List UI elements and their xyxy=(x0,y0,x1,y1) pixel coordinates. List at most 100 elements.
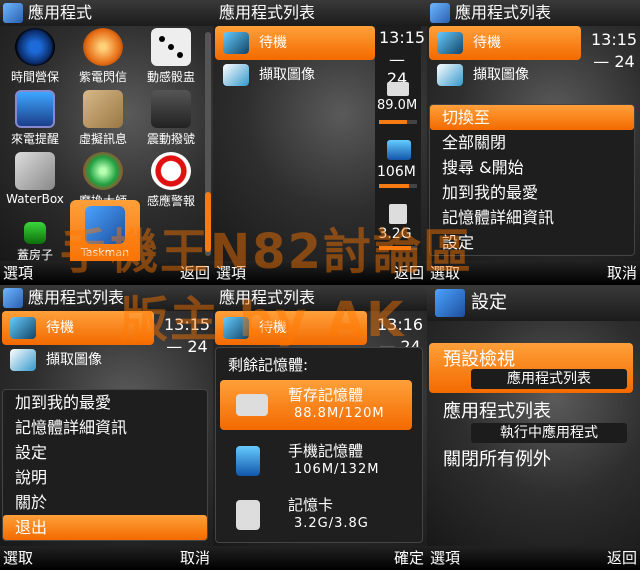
scrollbar[interactable] xyxy=(205,32,211,256)
no-sign-icon xyxy=(151,152,191,190)
softkey-right[interactable]: 取消 xyxy=(607,261,637,285)
panel-options-menu: 應用程式列表 待機 擷取圖像 13:15 — 24 切換至 全部關閉 搜尋 &開… xyxy=(427,0,640,285)
app-icon xyxy=(3,3,23,23)
task-item[interactable]: 擷取圖像 xyxy=(2,343,154,377)
app-item[interactable]: 震動撥號 xyxy=(138,90,204,152)
memory-card-icon xyxy=(389,204,407,224)
softkey-left[interactable]: 選取 xyxy=(430,261,460,285)
task-label: 擷取圖像 xyxy=(46,352,102,368)
title-bar: 設定 xyxy=(427,285,640,321)
phone-icon xyxy=(387,140,411,160)
panel-memory-dialog: 應用程式列表 待機 13:16 — 24 剩餘記憶體: 暫存記憶體 88.8M/… xyxy=(213,285,427,570)
panel-applications: 應用程式 時間營保 紫電閃信 動感骰盅 來電提醒 虛擬訊息 震動撥號 Water… xyxy=(0,0,213,285)
softkey-left[interactable]: 選項 xyxy=(3,261,33,285)
standby-icon xyxy=(437,32,463,54)
app-item[interactable]: 來電提醒 xyxy=(2,90,68,152)
task-item[interactable]: 擷取圖像 xyxy=(429,58,581,92)
softkey-left[interactable]: 選項 xyxy=(216,261,246,285)
softkey-bar: 選項 返回 xyxy=(213,261,427,285)
app-label: 震動撥號 xyxy=(146,132,195,146)
app-label: 動感骰盅 xyxy=(146,70,195,84)
app-icon xyxy=(3,288,23,308)
app-item[interactable]: 動感骰盅 xyxy=(138,28,204,90)
app-label: 來電提醒 xyxy=(10,132,59,146)
task-label: 待機 xyxy=(259,320,287,336)
task-item-selected[interactable]: 待機 xyxy=(429,26,581,60)
app-item[interactable]: 虛擬訊息 xyxy=(70,90,136,152)
menu-item-add-favorite[interactable]: 加到我的最愛 xyxy=(430,180,634,205)
ram-value: 89.0M xyxy=(377,98,418,113)
memory-value: 106M/132M xyxy=(294,462,380,477)
task-item[interactable]: 擷取圖像 xyxy=(215,58,375,92)
title: 應用程式列表 xyxy=(219,3,316,22)
softkey-right[interactable]: 返回 xyxy=(607,546,637,570)
swap-icon xyxy=(83,152,123,190)
app-label: WaterBox xyxy=(6,192,64,206)
app-item[interactable]: WaterBox xyxy=(2,152,68,214)
setting-close-exceptions[interactable]: 關閉所有例外 xyxy=(429,445,633,473)
standby-icon xyxy=(223,317,249,339)
setting-label: 預設檢視 xyxy=(443,349,515,370)
menu-item-about[interactable]: 關於 xyxy=(3,490,207,515)
title: 應用程式列表 xyxy=(455,3,552,22)
menu-item-add-favorite[interactable]: 加到我的最愛 xyxy=(3,390,207,415)
softkey-bar: 選項 返回 xyxy=(0,261,213,285)
dialog-title: 剩餘記憶體: xyxy=(228,356,309,374)
standby-icon xyxy=(10,317,36,339)
options-menu: 切換至 全部關閉 搜尋 &開始 加到我的最愛 記憶體詳細資訊 設定 xyxy=(429,104,635,256)
card-bar xyxy=(379,246,417,250)
task-item-selected[interactable]: 待機 xyxy=(2,311,154,345)
softkey-bar: 選取 取消 xyxy=(427,261,640,285)
title-bar: 應用程式列表 xyxy=(427,0,640,26)
menu-item-switch[interactable]: 切換至 xyxy=(430,105,634,130)
clock: 13:15 xyxy=(164,315,211,334)
memory-value: 3.2G/3.8G xyxy=(294,516,369,531)
taskman-icon xyxy=(435,289,465,317)
menu-item-memory-details[interactable]: 記憶體詳細資訊 xyxy=(430,205,634,230)
setting-app-list[interactable]: 應用程式列表 執行中應用程式 xyxy=(429,395,633,445)
clock: 13:15 xyxy=(591,30,638,49)
memory-name: 手機記憶體 xyxy=(288,442,364,460)
app-item[interactable]: 時間營保 xyxy=(2,28,68,90)
menu-item-close-all[interactable]: 全部關閉 xyxy=(430,130,634,155)
envelope-icon xyxy=(83,90,123,128)
memory-row-card[interactable]: 記憶卡 3.2G/3.8G xyxy=(220,490,412,540)
panel-settings: 設定 預設檢視 應用程式列表 應用程式列表 執行中應用程式 關閉所有例外 選項 … xyxy=(427,285,640,570)
memory-value: 88.8M/120M xyxy=(294,406,385,421)
softkey-left[interactable]: 選項 xyxy=(430,546,460,570)
setting-default-view[interactable]: 預設檢視 應用程式列表 xyxy=(429,343,633,393)
menu-item-help[interactable]: 說明 xyxy=(3,465,207,490)
title: 應用程式列表 xyxy=(28,288,125,307)
ram-icon xyxy=(387,82,409,96)
menu-item-settings[interactable]: 設定 xyxy=(3,440,207,465)
orb-icon xyxy=(83,28,123,66)
taskman-icon xyxy=(85,206,125,244)
menu-item-exit[interactable]: 退出 xyxy=(3,515,207,540)
building-icon xyxy=(24,222,46,244)
app-label: Taskman xyxy=(80,246,130,259)
softkey-bar: 選項 返回 xyxy=(427,546,640,570)
panel-task-list: 應用程式列表 待機 擷取圖像 13:15 — 24 89.0M 106M 3.2… xyxy=(213,0,427,285)
app-item[interactable]: 感應警報 xyxy=(138,152,204,214)
softkey-right[interactable]: 確定 xyxy=(394,546,424,570)
memory-row-ram[interactable]: 暫存記憶體 88.8M/120M xyxy=(220,380,412,430)
status-column: 13:15 — 24 89.0M 106M 3.2G xyxy=(375,26,425,256)
softkey-right[interactable]: 取消 xyxy=(180,546,210,570)
softkey-right[interactable]: 返回 xyxy=(180,261,210,285)
task-item-selected[interactable]: 待機 xyxy=(215,26,375,60)
panel-options-menu-exit: 應用程式列表 待機 擷取圖像 13:15 — 24 加到我的最愛 記憶體詳細資訊… xyxy=(0,285,213,570)
title: 應用程式 xyxy=(28,3,93,22)
menu-item-memory-details[interactable]: 記憶體詳細資訊 xyxy=(3,415,207,440)
softkey-right[interactable]: 返回 xyxy=(394,261,424,285)
menu-item-search-start[interactable]: 搜尋 &開始 xyxy=(430,155,634,180)
memory-name: 記憶卡 xyxy=(288,496,334,514)
title: 應用程式列表 xyxy=(219,288,316,307)
memory-row-phone[interactable]: 手機記憶體 106M/132M xyxy=(220,436,412,486)
date: — 24 xyxy=(166,337,208,356)
task-item-selected[interactable]: 待機 xyxy=(215,311,367,345)
screenshot-icon xyxy=(223,64,249,86)
app-item[interactable]: 紫電閃信 xyxy=(70,28,136,90)
clock: 13:16 xyxy=(377,315,424,334)
softkey-left[interactable]: 選取 xyxy=(3,546,33,570)
menu-item-settings[interactable]: 設定 xyxy=(430,230,634,255)
